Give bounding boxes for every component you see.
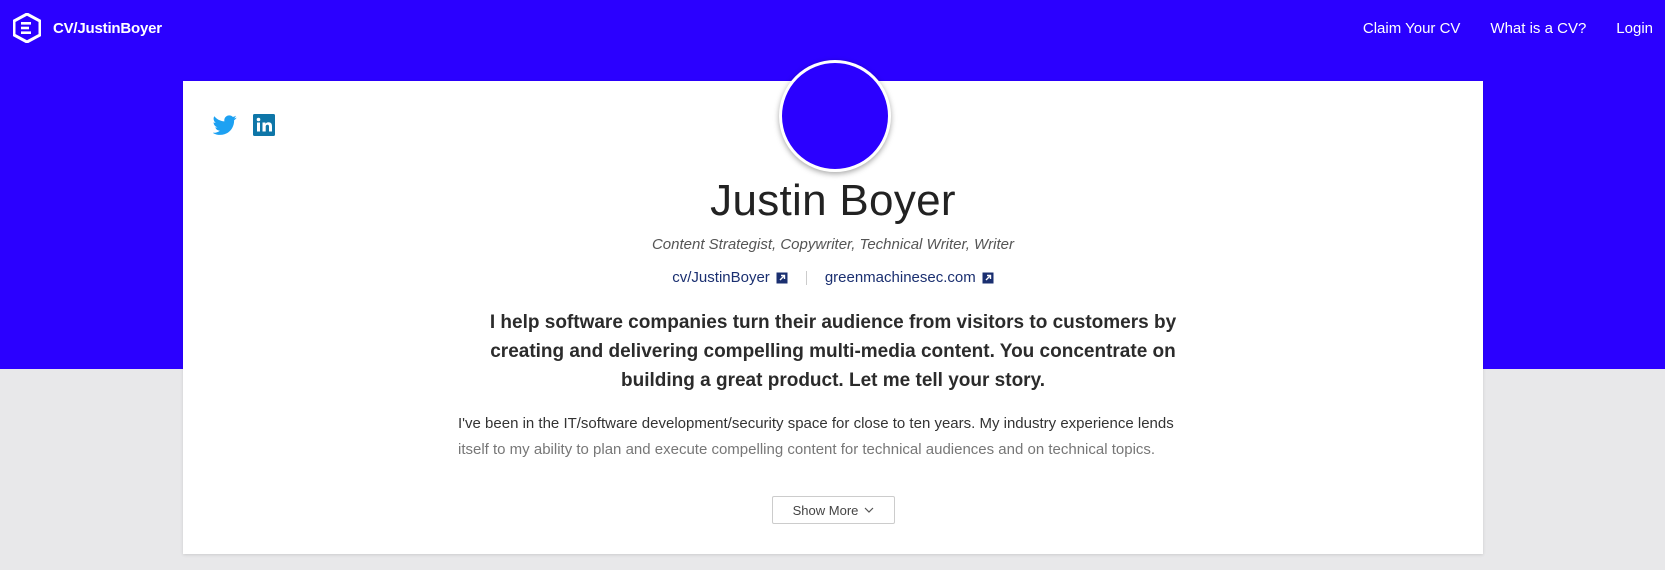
twitter-icon[interactable] [213, 113, 237, 137]
nav-links: Claim Your CV What is a CV? Login [1363, 20, 1653, 37]
cv-profile-link-label: cv/JustinBoyer [672, 269, 770, 286]
profile-card: Justin Boyer Content Strategist, Copywri… [183, 60, 1483, 554]
profile-name: Justin Boyer [710, 176, 956, 225]
profile-bio: I've been in the IT/software development… [458, 411, 1218, 463]
bio-line-faded: itself to my ability to plan and execute… [458, 441, 1156, 458]
show-more-button[interactable]: Show More [772, 496, 895, 524]
cv-logo-icon [13, 13, 41, 43]
brand-name: CV/JustinBoyer [53, 19, 162, 37]
profile-headline: I help software companies turn their aud… [489, 312, 1177, 391]
website-link-label: greenmachinesec.com [824, 269, 976, 286]
nav-what-is-cv-link[interactable]: What is a CV? [1490, 20, 1586, 37]
chevron-down-icon [864, 507, 874, 513]
link-separator [805, 270, 807, 285]
profile-links: cv/JustinBoyer greenmachinesec.com [183, 269, 1483, 286]
nav-claim-cv-link[interactable]: Claim Your CV [1363, 20, 1461, 37]
external-link-icon [982, 272, 994, 283]
website-link[interactable]: greenmachinesec.com [825, 269, 994, 286]
nav-login-link[interactable]: Login [1616, 20, 1653, 37]
top-navigation: CV/JustinBoyer Claim Your CV What is a C… [0, 0, 1665, 56]
bio-line: I've been in the IT/software development… [458, 415, 1174, 432]
cv-profile-link[interactable]: cv/JustinBoyer [672, 269, 788, 286]
social-links [213, 113, 276, 137]
profile-avatar [779, 60, 891, 172]
show-more-label: Show More [792, 502, 859, 518]
linkedin-icon[interactable] [252, 113, 276, 137]
profile-tagline: Content Strategist, Copywriter, Technica… [651, 236, 1015, 253]
external-link-icon [776, 272, 788, 283]
brand-home-link[interactable]: CV/JustinBoyer [13, 13, 162, 43]
